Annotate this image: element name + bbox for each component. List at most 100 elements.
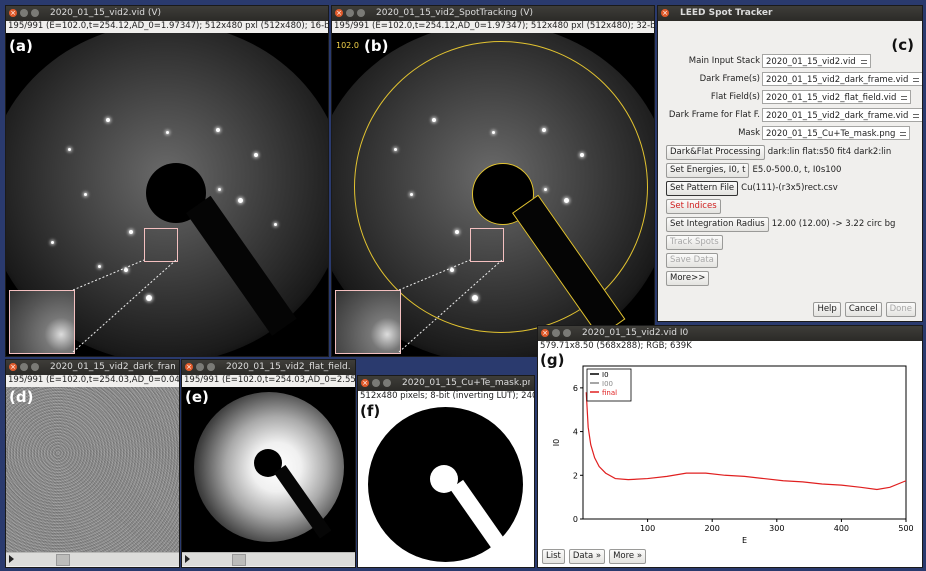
legend-entry: final — [602, 389, 617, 397]
energy-overlay: 102.0 — [336, 41, 359, 50]
panel-label: (b) — [364, 37, 389, 55]
close-icon[interactable]: × — [9, 363, 17, 371]
field-label: Dark Frame(s) — [699, 74, 760, 84]
title-bar[interactable]: × 2020_01_15_vid2.vid (V) — [6, 6, 328, 21]
minimize-icon[interactable] — [196, 363, 204, 371]
noise-overlay — [6, 387, 179, 552]
action-button[interactable]: Set Indices — [666, 199, 721, 214]
play-icon[interactable] — [185, 555, 190, 563]
legend-entry: I0 — [602, 371, 609, 379]
flat-field-canvas[interactable]: (e) — [182, 387, 355, 552]
image-info: 195/991 (E=102.0,t=254.12,AD_0=1.97347);… — [332, 21, 654, 32]
window-title: 2020_01_15_vid2_SpotTracking (V) — [376, 8, 534, 18]
action-button[interactable]: More>> — [666, 271, 710, 286]
more-button[interactable]: More » — [609, 549, 647, 564]
close-icon[interactable]: × — [361, 379, 369, 387]
list-button[interactable]: List — [542, 549, 565, 564]
action-value: Cu(111)-(r3x5)rect.csv — [741, 183, 838, 193]
file-dropdown[interactable]: 2020_01_15_vid2_dark_frame.vid — [762, 108, 922, 122]
x-tick-label: 400 — [834, 524, 849, 533]
title-bar[interactable]: × LEED Spot Tracker — [658, 6, 922, 21]
y-tick-label: 2 — [573, 471, 578, 480]
close-icon[interactable]: × — [185, 363, 193, 371]
minimize-icon[interactable] — [20, 9, 28, 17]
mask-canvas[interactable]: (f) — [358, 403, 534, 567]
close-icon[interactable]: × — [335, 9, 343, 17]
close-icon[interactable]: × — [541, 329, 549, 337]
mask-window[interactable]: × 2020_01_15_Cu+Te_mask.png 512x480 pixe… — [357, 375, 535, 568]
action-button[interactable]: Track Spots — [666, 235, 723, 250]
panel-label: (d) — [9, 388, 34, 406]
leed-image-canvas[interactable]: (a) — [6, 33, 328, 356]
action-button[interactable]: Set Pattern File — [666, 181, 739, 196]
x-tick-label: 100 — [640, 524, 655, 533]
title-bar[interactable]: × 2020_01_15_vid2_SpotTracking (V) — [332, 6, 654, 21]
data-button[interactable]: Data » — [568, 549, 606, 564]
raw-video-window[interactable]: × 2020_01_15_vid2.vid (V) 195/991 (E=102… — [5, 5, 329, 357]
play-icon[interactable] — [9, 555, 14, 563]
minimize-icon[interactable] — [372, 379, 380, 387]
done-button[interactable]: Done — [885, 302, 916, 317]
action-button[interactable]: Set Integration Radius — [666, 217, 769, 232]
help-button[interactable]: Help — [813, 302, 841, 317]
field-row: Flat Field(s) 2020_01_15_vid2_flat_field.… — [658, 90, 920, 106]
slider-thumb[interactable] — [56, 554, 70, 566]
action-button[interactable]: Save Data — [666, 253, 718, 268]
maximize-icon[interactable] — [207, 363, 215, 371]
leed-spot-tracker-dialog[interactable]: × LEED Spot Tracker (c) Main Input Stack… — [657, 5, 923, 322]
field-label: Mask — [738, 128, 760, 138]
i0-plot-window[interactable]: × 2020_01_15_vid2.vid I0 579.71x8.50 (56… — [537, 325, 923, 568]
image-info: 195/991 (E=102.0,t=254.12,AD_0=1.97347);… — [6, 21, 328, 32]
panel-label: (f) — [360, 403, 381, 420]
field-row: Mask 2020_01_15_Cu+Te_mask.png — [658, 126, 920, 142]
dark-frame-canvas[interactable]: (d) — [6, 387, 179, 552]
minimize-icon[interactable] — [552, 329, 560, 337]
minimize-icon[interactable] — [20, 363, 28, 371]
dark-frame-window[interactable]: × 2020_01_15_vid2_dark_frame.vid 195/991… — [5, 359, 180, 568]
action-value: 12.00 (12.00) -> 3.22 circ bg — [771, 219, 896, 229]
title-bar[interactable]: × 2020_01_15_vid2_dark_frame.vid — [6, 360, 179, 375]
stack-slider[interactable] — [182, 552, 355, 566]
title-bar[interactable]: × 2020_01_15_Cu+Te_mask.png — [358, 376, 534, 391]
field-row: Dark Frame(s) 2020_01_15_vid2_dark_frame.… — [658, 72, 922, 88]
window-title: 2020_01_15_vid2_dark_frame.vid — [50, 362, 175, 372]
maximize-icon[interactable] — [383, 379, 391, 387]
close-icon[interactable]: × — [661, 9, 669, 17]
file-dropdown[interactable]: 2020_01_15_Cu+Te_mask.png — [762, 126, 911, 140]
minimize-icon[interactable] — [346, 9, 354, 17]
file-dropdown[interactable]: 2020_01_15_vid2.vid — [762, 54, 871, 68]
cancel-button[interactable]: Cancel — [844, 302, 882, 317]
action-row: Track Spots — [666, 235, 726, 250]
file-dropdown[interactable]: 2020_01_15_vid2_flat_field.vid — [762, 90, 912, 104]
action-button[interactable]: Set Energies, I0, t — [666, 163, 750, 178]
image-info: 195/991 (E=102.0,t=254.03,AD_0=2.551 — [182, 375, 355, 386]
field-label: Flat Field(s) — [710, 92, 760, 102]
window-title: 2020_01_15_vid2.vid (V) — [50, 8, 162, 18]
close-icon[interactable]: × — [9, 9, 17, 17]
maximize-icon[interactable] — [31, 363, 39, 371]
legend-entry: I00 — [602, 380, 613, 388]
action-row: Set Indices — [666, 199, 724, 214]
file-dropdown[interactable]: 2020_01_15_vid2_dark_frame.vid — [762, 72, 922, 86]
action-row: More>> — [666, 271, 712, 286]
i0-plot[interactable]: 100 200 300 400 5000246EI0I0I00final — [538, 354, 922, 549]
maximize-icon[interactable] — [31, 9, 39, 17]
action-value: E5.0-500.0, t, I0s100 — [752, 165, 842, 175]
title-bar[interactable]: × 2020_01_15_vid2_flat_field.vid — [182, 360, 355, 375]
maximize-icon[interactable] — [563, 329, 571, 337]
slider-thumb[interactable] — [232, 554, 246, 566]
maximize-icon[interactable] — [357, 9, 365, 17]
x-tick-label: 300 — [769, 524, 784, 533]
x-tick-label: 500 — [898, 524, 913, 533]
panel-label: (c) — [891, 36, 914, 54]
field-label: Dark Frame for Flat F. — [668, 110, 760, 120]
panel-label: (g) — [540, 351, 565, 369]
stack-slider[interactable] — [6, 552, 179, 566]
action-button[interactable]: Dark&Flat Processing — [666, 145, 765, 160]
image-info: 512x480 pixels; 8-bit (inverting LUT); 2… — [358, 391, 534, 402]
flat-field-window[interactable]: × 2020_01_15_vid2_flat_field.vid 195/991… — [181, 359, 356, 568]
spot-tracking-window[interactable]: × 2020_01_15_vid2_SpotTracking (V) 195/9… — [331, 5, 655, 357]
spot-tracking-canvas[interactable]: (b) 102.0 — [332, 33, 654, 356]
title-bar[interactable]: × 2020_01_15_vid2.vid I0 — [538, 326, 922, 341]
input-file-fields: Main Input Stack 2020_01_15_vid2.vid Dark … — [658, 54, 922, 144]
